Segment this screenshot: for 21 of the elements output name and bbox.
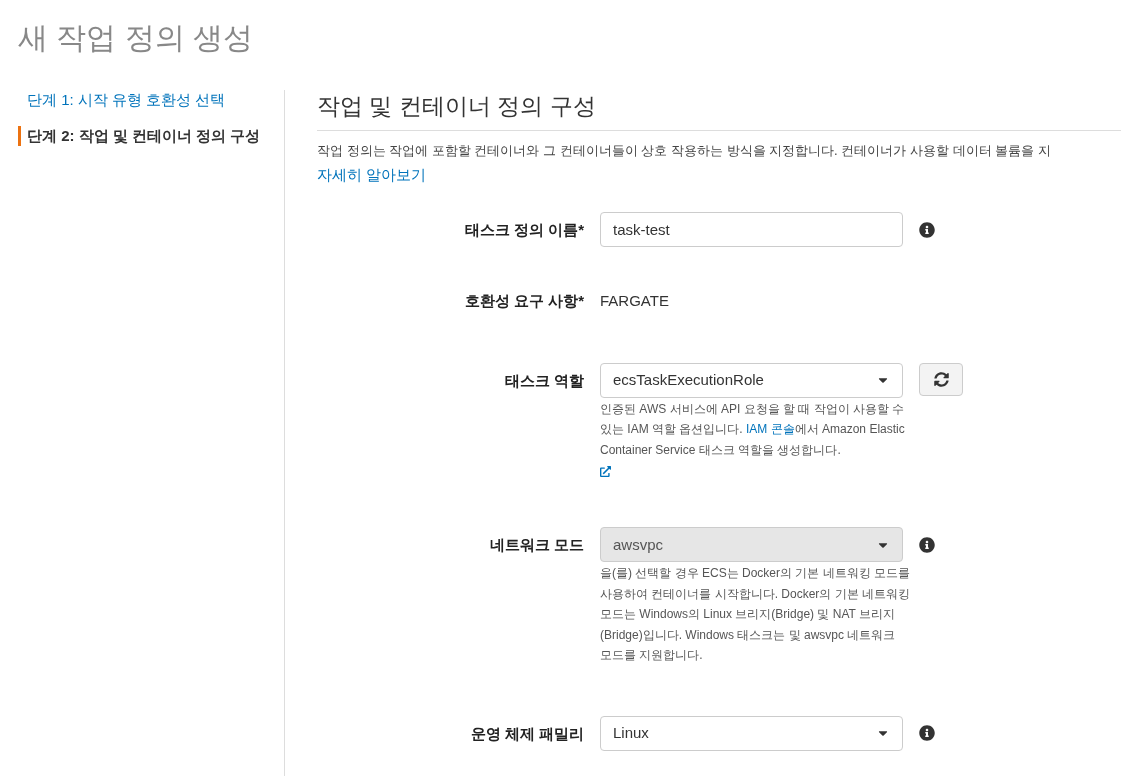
field-label: 운영 체제 패밀리 [469, 723, 585, 744]
field-label: 태스크 역할 [503, 370, 585, 391]
field-label: 태스크 정의 이름* [463, 220, 585, 241]
help-text: 을(를) 선택할 경우 ECS는 Docker의 기본 네트워킹 모드를 사용하여 컨테이너를 시작합니다. Docker의 기본 네트워킹 모드는 Windows의 Linux 브리지(Bridge) 및 NAT 브리지(Bridge)입니다. Windows 태스크는 및 awsvpc 네트워크 모드를 지원합니다. [600, 565, 910, 665]
select-dropdown[interactable]: Linux [600, 715, 903, 751]
select-dropdown[interactable]: ecsTaskExecutionRole [600, 362, 903, 398]
iam-console-link[interactable]: IAM 콘솔 [746, 422, 795, 437]
section-title: 작업 및 컨테이너 정의 구성 [317, 90, 1121, 131]
refresh-icon [933, 371, 949, 387]
field-value: FARGATE [600, 291, 669, 312]
section-description: 작업 정의는 작업에 포함할 컨테이너와 그 컨테이너들이 상호 작용하는 방식을 지정합니다. 컨테이너가 사용할 데이터 볼륨을 지 [317, 142, 1052, 160]
field-label: 호환성 요구 사항* [463, 291, 585, 312]
refresh-button[interactable] [919, 362, 963, 396]
wizard-step[interactable]: 단계 1: 시작 유형 호환성 선택 [18, 90, 284, 110]
field-label: 네트워크 모드 [488, 535, 585, 556]
learn-more-link[interactable]: 자세히 알아보기 [317, 164, 1121, 187]
wizard-step[interactable]: 단계 2: 작업 및 컨테이너 정의 구성 [18, 126, 284, 146]
external-link-icon[interactable] [600, 466, 611, 478]
help-text: 인증된 AWS 서비스에 API 요청을 할 때 작업이 사용할 수 있는 IAM 역할 옵션입니다. IAM 콘솔에서 Amazon Elastic Container Service 태스크 역할을 생성합니다. [600, 400, 906, 459]
page-title: 새 작업 정의 생성 [17, 20, 254, 56]
task-name-input[interactable]: task-test [600, 212, 903, 248]
